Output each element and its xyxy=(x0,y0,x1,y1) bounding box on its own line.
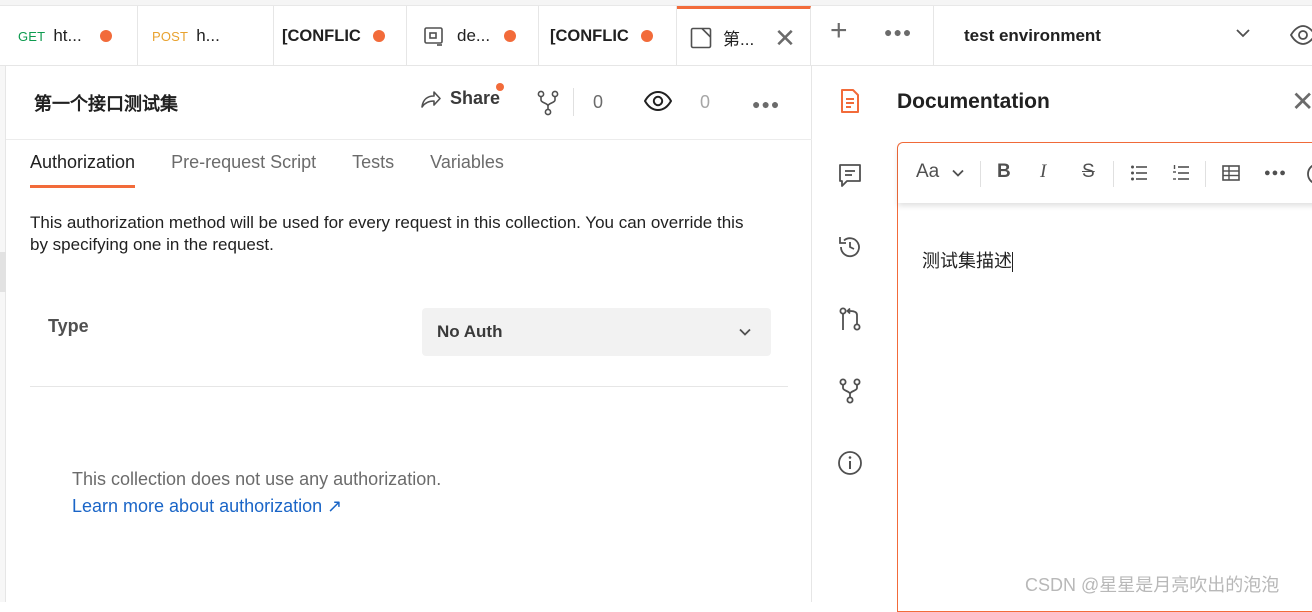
auth-type-value: No Auth xyxy=(437,322,503,341)
tab-authorization[interactable]: Authorization xyxy=(30,152,136,188)
unsaved-dot-icon xyxy=(504,30,517,42)
tab-collection-active[interactable]: 第... ✕ xyxy=(677,6,811,66)
tab-label: 第... xyxy=(723,30,755,49)
font-size-button[interactable]: Aa xyxy=(916,161,939,183)
close-icon[interactable]: ✕ xyxy=(1291,88,1312,116)
editor-toolbar: Aa B I S ●●● xyxy=(898,143,1312,203)
no-auth-note: This collection does not use any authori… xyxy=(72,469,442,489)
watch-count: 0 xyxy=(700,92,711,112)
documentation-content[interactable]: 测试集描述 xyxy=(922,247,1013,273)
comments-icon[interactable] xyxy=(837,162,863,188)
documentation-title: Documentation xyxy=(897,90,1050,113)
documentation-editor[interactable]: Aa B I S ●●● 测试集描述 xyxy=(897,142,1312,612)
toolbar-divider xyxy=(980,161,981,187)
more-formatting-icon[interactable]: ●●● xyxy=(1264,167,1287,179)
documentation-text: 测试集描述 xyxy=(922,251,1012,271)
http-method-get: GET xyxy=(18,28,46,44)
close-tab-icon[interactable]: ✕ xyxy=(774,25,796,51)
right-context-bar xyxy=(813,66,885,602)
share-label: Share xyxy=(450,88,501,108)
chevron-down-icon xyxy=(1236,29,1250,38)
http-method-post: POST xyxy=(152,28,189,44)
tab-label: h... xyxy=(196,26,220,45)
history-icon[interactable] xyxy=(837,234,863,260)
collection-header: 第一个接口测试集 Share 0 0 ●●● xyxy=(6,66,812,140)
section-divider xyxy=(30,386,788,387)
unsaved-dot-icon xyxy=(372,30,385,42)
tab-bar: GET ht... POST h... [CONFLIC de... [CONF… xyxy=(0,0,1312,66)
eye-icon[interactable] xyxy=(1290,24,1312,46)
tab-label: ht... xyxy=(53,26,82,45)
new-tab-icon[interactable]: + xyxy=(830,16,848,46)
watermark: CSDN @星星是月亮吹出的泡泡 xyxy=(1025,575,1280,595)
tab-request-get[interactable]: GET ht... xyxy=(0,6,138,66)
numbered-list-icon[interactable] xyxy=(1172,164,1190,182)
pull-request-icon[interactable] xyxy=(837,306,863,332)
bullet-list-icon[interactable] xyxy=(1130,164,1148,182)
tab-label: [CONFLIC xyxy=(282,26,361,45)
tab-conflict-2[interactable]: [CONFLIC xyxy=(539,6,677,66)
tab-doc[interactable]: de... xyxy=(407,6,539,66)
share-button[interactable]: Share xyxy=(420,88,500,109)
environment-name: test environment xyxy=(964,26,1101,45)
tab-tests[interactable]: Tests xyxy=(352,152,394,188)
header-divider xyxy=(573,88,574,116)
toolbar-divider xyxy=(1113,161,1114,187)
auth-description: This authorization method will be used f… xyxy=(30,213,744,254)
fork-icon[interactable] xyxy=(837,378,863,404)
collection-panel: 第一个接口测试集 Share 0 0 ●●● Authorization Pre… xyxy=(6,66,812,602)
text-caret xyxy=(1012,252,1013,273)
auth-type-label: Type xyxy=(48,316,89,336)
tab-request-post[interactable]: POST h... xyxy=(138,6,274,66)
info-icon[interactable] xyxy=(837,450,863,476)
table-icon[interactable] xyxy=(1222,164,1240,182)
collection-title[interactable]: 第一个接口测试集 xyxy=(34,90,178,116)
tab-conflict-1[interactable]: [CONFLIC xyxy=(274,6,407,66)
info-icon[interactable] xyxy=(1306,162,1312,186)
fork-icon[interactable] xyxy=(536,90,560,116)
watch-eye-icon[interactable] xyxy=(644,90,672,112)
chevron-down-icon xyxy=(952,169,964,177)
more-options-icon[interactable]: ●●● xyxy=(752,96,780,112)
tab-pre-request-script[interactable]: Pre-request Script xyxy=(171,152,316,188)
unsaved-dot-icon xyxy=(99,30,112,42)
unsaved-dot-icon xyxy=(640,30,653,42)
more-tabs-icon[interactable]: ●●● xyxy=(884,24,912,40)
documentation-icon[interactable] xyxy=(837,88,863,114)
documentation-pane: Documentation ✕ Aa B I S ●●● 测试集描述 xyxy=(885,66,1312,612)
collection-subtabs: Authorization Pre-request Script Tests V… xyxy=(30,152,540,188)
tab-label: [CONFLIC xyxy=(550,26,629,45)
bold-button[interactable]: B xyxy=(997,161,1011,183)
notification-dot-icon xyxy=(496,83,504,91)
tab-variables[interactable]: Variables xyxy=(430,152,504,188)
share-icon xyxy=(421,90,441,108)
environment-selector[interactable]: test environment xyxy=(933,6,1312,66)
example-icon xyxy=(424,27,443,46)
auth-type-select[interactable]: No Auth xyxy=(422,308,771,356)
strikethrough-button[interactable]: S xyxy=(1082,161,1095,183)
fork-count: 0 xyxy=(593,92,604,112)
toolbar-divider xyxy=(1205,161,1206,187)
tab-label: de... xyxy=(457,26,491,45)
learn-more-link[interactable]: Learn more about authorization ↗ xyxy=(72,496,342,517)
chevron-down-icon xyxy=(739,328,751,336)
collection-icon xyxy=(690,27,712,48)
italic-button[interactable]: I xyxy=(1040,161,1046,183)
